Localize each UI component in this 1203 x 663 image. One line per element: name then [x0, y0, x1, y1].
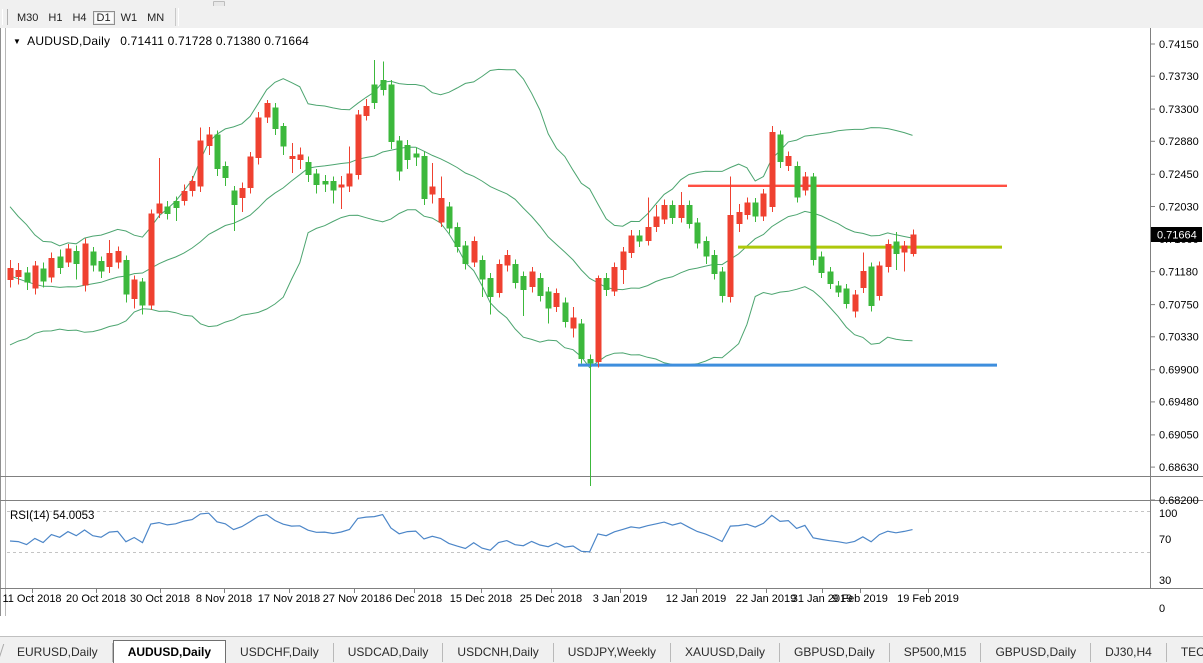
svg-text:0.74150: 0.74150: [1159, 39, 1199, 51]
current-price-badge: 0.71664: [1151, 227, 1202, 242]
price-chart-canvas[interactable]: 0.74150 0.73730 0.73300 0.72880 0.72450 0.720…: [0, 28, 1203, 636]
rsi-indicator-label: RSI(14) 54.0053: [10, 510, 94, 522]
chart-tab-bar: EURUSD,DailyAUDUSD,DailyUSDCHF,DailyUSDC…: [0, 636, 1203, 663]
svg-text:0.71180: 0.71180: [1159, 266, 1198, 278]
svg-text:11 Oct 2018: 11 Oct 2018: [2, 593, 61, 605]
chart-tab-eurusd-daily[interactable]: EURUSD,Daily: [3, 643, 113, 662]
chart-tab-usdcad-daily[interactable]: USDCAD,Daily: [334, 643, 444, 662]
toolbar-grip-icon[interactable]: [2, 9, 8, 25]
svg-text:0.68630: 0.68630: [1159, 462, 1199, 474]
svg-text:0.69050: 0.69050: [1159, 430, 1199, 442]
svg-text:9 Feb 2019: 9 Feb 2019: [832, 593, 888, 605]
date-axis: 11 Oct 2018 20 Oct 2018 30 Oct 2018 8 Nov 2…: [2, 588, 958, 605]
svg-text:19 Feb 2019: 19 Feb 2019: [897, 593, 959, 605]
svg-text:0.70330: 0.70330: [1159, 332, 1199, 344]
svg-text:0.73730: 0.73730: [1159, 71, 1199, 83]
ohlc-values: 0.71411 0.71728 0.71380 0.71664: [120, 34, 309, 48]
svg-text:27 Nov 2018: 27 Nov 2018: [323, 593, 385, 605]
svg-text:0.72030: 0.72030: [1159, 201, 1199, 213]
svg-text:100: 100: [1159, 508, 1177, 520]
svg-text:0.73300: 0.73300: [1159, 104, 1199, 116]
svg-text:70: 70: [1159, 534, 1171, 546]
svg-text:0.69900: 0.69900: [1159, 365, 1199, 377]
chart-window[interactable]: 0.74150 0.73730 0.73300 0.72880 0.72450 0.720…: [0, 28, 1203, 636]
chart-tab-dj30-h4[interactable]: DJ30,H4: [1091, 643, 1167, 662]
svg-text:6 Dec 2018: 6 Dec 2018: [386, 593, 442, 605]
chart-menu-icon[interactable]: ▼: [13, 37, 21, 46]
bollinger-bands: [10, 69, 913, 367]
timeframe-button-m30[interactable]: M30: [13, 11, 42, 25]
timeframe-toolbar: M30H1H4D1W1MN: [0, 6, 1203, 29]
chart-tab-sp500-m15[interactable]: SP500,M15: [890, 643, 982, 662]
svg-text:22 Jan 2019: 22 Jan 2019: [736, 593, 797, 605]
timeframe-button-mn[interactable]: MN: [143, 11, 168, 25]
svg-text:0.71664: 0.71664: [1157, 230, 1197, 242]
chart-tab-tech100-[interactable]: TECH100,: [1167, 643, 1203, 662]
svg-text:0.72880: 0.72880: [1159, 136, 1199, 148]
timeframe-button-h4[interactable]: H4: [68, 11, 90, 25]
svg-text:20 Oct 2018: 20 Oct 2018: [66, 593, 126, 605]
candlestick-series: [8, 60, 917, 486]
svg-text:0: 0: [1159, 603, 1165, 615]
chart-tab-usdchf-daily[interactable]: USDCHF,Daily: [226, 643, 334, 662]
svg-text:30: 30: [1159, 575, 1171, 587]
svg-text:0.70750: 0.70750: [1159, 299, 1199, 311]
chart-tab-usdjpy-weekly[interactable]: USDJPY,Weekly: [554, 643, 671, 662]
timeframe-button-h1[interactable]: H1: [44, 11, 66, 25]
svg-text:0.72450: 0.72450: [1159, 169, 1199, 181]
chart-tab-audusd-daily[interactable]: AUDUSD,Daily: [113, 640, 226, 663]
svg-text:17 Nov 2018: 17 Nov 2018: [258, 593, 320, 605]
chart-tab-usdcnh-daily[interactable]: USDCNH,Daily: [443, 643, 553, 662]
chart-tab-gbpusd-daily[interactable]: GBPUSD,Daily: [780, 643, 890, 662]
timeframe-button-w1[interactable]: W1: [117, 11, 142, 25]
chart-tab-xauusd-daily[interactable]: XAUUSD,Daily: [671, 643, 780, 662]
svg-text:8 Nov 2018: 8 Nov 2018: [196, 593, 252, 605]
price-axis: 0.74150 0.73730 0.73300 0.72880 0.72450 0.720…: [1150, 39, 1199, 507]
svg-text:0.69480: 0.69480: [1159, 397, 1199, 409]
svg-text:3 Jan 2019: 3 Jan 2019: [593, 593, 647, 605]
chart-title: ▼ AUDUSD,Daily 0.71411 0.71728 0.71380 0.7…: [13, 34, 309, 48]
svg-text:15 Dec 2018: 15 Dec 2018: [450, 593, 512, 605]
symbol-period-label: AUDUSD,Daily: [27, 34, 110, 48]
trading-terminal: M30H1H4D1W1MN 0.74150 0.73730 0.73300 0.728…: [0, 0, 1203, 663]
svg-text:25 Dec 2018: 25 Dec 2018: [520, 593, 582, 605]
svg-text:30 Oct 2018: 30 Oct 2018: [130, 593, 190, 605]
chart-tab-gbpusd-daily[interactable]: GBPUSD,Daily: [981, 643, 1091, 662]
toolbar-separator: [175, 8, 179, 26]
svg-text:12 Jan 2019: 12 Jan 2019: [666, 593, 727, 605]
timeframe-button-d1[interactable]: D1: [93, 11, 115, 25]
svg-text:0.68200: 0.68200: [1159, 495, 1199, 507]
